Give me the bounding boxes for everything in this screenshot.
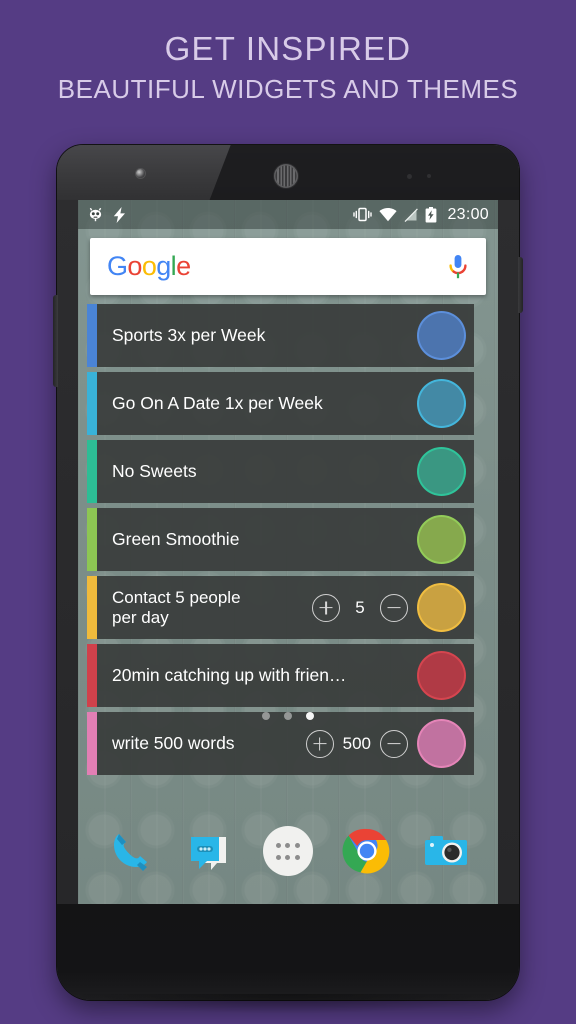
vibrate-icon [353, 207, 373, 222]
page-dot [306, 712, 314, 720]
cyanogenmod-icon [87, 207, 104, 222]
phone-icon[interactable] [105, 826, 155, 876]
habit-row[interactable]: Sports 3x per Week [87, 304, 474, 367]
habit-status-circle[interactable] [419, 381, 464, 426]
google-logo-letter-5: e [176, 251, 191, 281]
habit-label: write 500 words [112, 733, 235, 753]
decrement-button[interactable] [380, 729, 408, 758]
headline-line-2: BEAUTIFUL WIDGETS AND THEMES [57, 74, 519, 104]
google-logo-letter-3: g [156, 251, 171, 281]
status-bar-clock: 23:00 [447, 205, 489, 223]
phone-mockup: 23:00 Google Sports 3x per Week Go On A D… [53, 145, 523, 1014]
habit-status-circle[interactable] [419, 585, 464, 630]
page-dot [284, 712, 292, 720]
habit-counter: 5 [312, 593, 408, 622]
microphone-icon[interactable] [447, 253, 469, 281]
habit-color-bar [87, 712, 97, 775]
habit-row[interactable]: Contact 5 people per day 5 [87, 576, 474, 639]
status-bar: 23:00 [78, 200, 498, 229]
habit-color-bar [87, 372, 97, 435]
habit-counter: 500 [305, 729, 408, 758]
increment-button[interactable] [312, 593, 340, 622]
phone-screen: 23:00 Google Sports 3x per Week Go On A D… [78, 200, 498, 904]
promo-headline: GET INSPIRED BEAUTIFUL WIDGETS AND THEME… [0, 28, 576, 108]
screen-gloss [205, 145, 519, 200]
proximity-sensor-icon [407, 174, 412, 179]
headline-line-1: GET INSPIRED [164, 30, 412, 67]
page-dot [262, 712, 270, 720]
google-logo-letter-0: G [107, 251, 128, 281]
chrome-icon[interactable] [342, 826, 392, 876]
habit-color-bar [87, 576, 97, 639]
counter-value: 500 [342, 733, 371, 753]
habit-label: Contact 5 people per day [112, 587, 241, 627]
habit-row[interactable]: 20min catching up with frien… [87, 644, 474, 707]
habit-status-circle[interactable] [419, 517, 464, 562]
habit-color-bar [87, 304, 97, 367]
habit-color-bar [87, 644, 97, 707]
habit-row[interactable]: No Sweets [87, 440, 474, 503]
earpiece-speaker-icon [274, 164, 298, 188]
page-indicator [78, 712, 498, 720]
phone-bottom-bezel [57, 904, 519, 1000]
volume-button[interactable] [53, 295, 58, 387]
habit-status-circle[interactable] [419, 313, 464, 358]
habit-status-circle[interactable] [419, 721, 464, 766]
messages-icon[interactable] [184, 826, 234, 876]
habit-status-circle[interactable] [419, 653, 464, 698]
light-sensor-icon [427, 174, 431, 178]
habit-status-circle[interactable] [419, 449, 464, 494]
lightning-bolt-icon [113, 206, 126, 223]
dock [78, 826, 498, 876]
habit-color-bar [87, 440, 97, 503]
habit-label: Sports 3x per Week [112, 325, 266, 345]
camera-icon[interactable] [421, 826, 471, 876]
signal-icon [404, 207, 419, 222]
google-logo-letter-1: o [127, 251, 142, 281]
google-search-bar[interactable]: Google [90, 238, 486, 295]
decrement-button[interactable] [380, 593, 408, 622]
counter-value: 5 [355, 597, 365, 617]
wifi-icon [379, 207, 398, 222]
habit-widget-list: Sports 3x per Week Go On A Date 1x per We… [87, 304, 474, 780]
habit-label: No Sweets [112, 461, 197, 481]
habit-row[interactable]: Go On A Date 1x per Week [87, 372, 474, 435]
habit-row[interactable]: Green Smoothie [87, 508, 474, 571]
habit-label: 20min catching up with frien… [112, 665, 347, 685]
habit-label: Go On A Date 1x per Week [112, 393, 323, 413]
habit-color-bar [87, 508, 97, 571]
google-logo: Google [107, 251, 191, 282]
habit-label: Green Smoothie [112, 529, 240, 549]
battery-charging-icon [425, 206, 437, 223]
habit-row[interactable]: write 500 words 500 [87, 712, 474, 775]
power-button[interactable] [518, 257, 523, 313]
increment-button[interactable] [305, 729, 334, 758]
phone-top-bezel [57, 145, 519, 200]
google-logo-letter-2: o [141, 251, 157, 281]
app-drawer-icon[interactable] [262, 826, 313, 876]
front-camera-icon [136, 169, 145, 178]
